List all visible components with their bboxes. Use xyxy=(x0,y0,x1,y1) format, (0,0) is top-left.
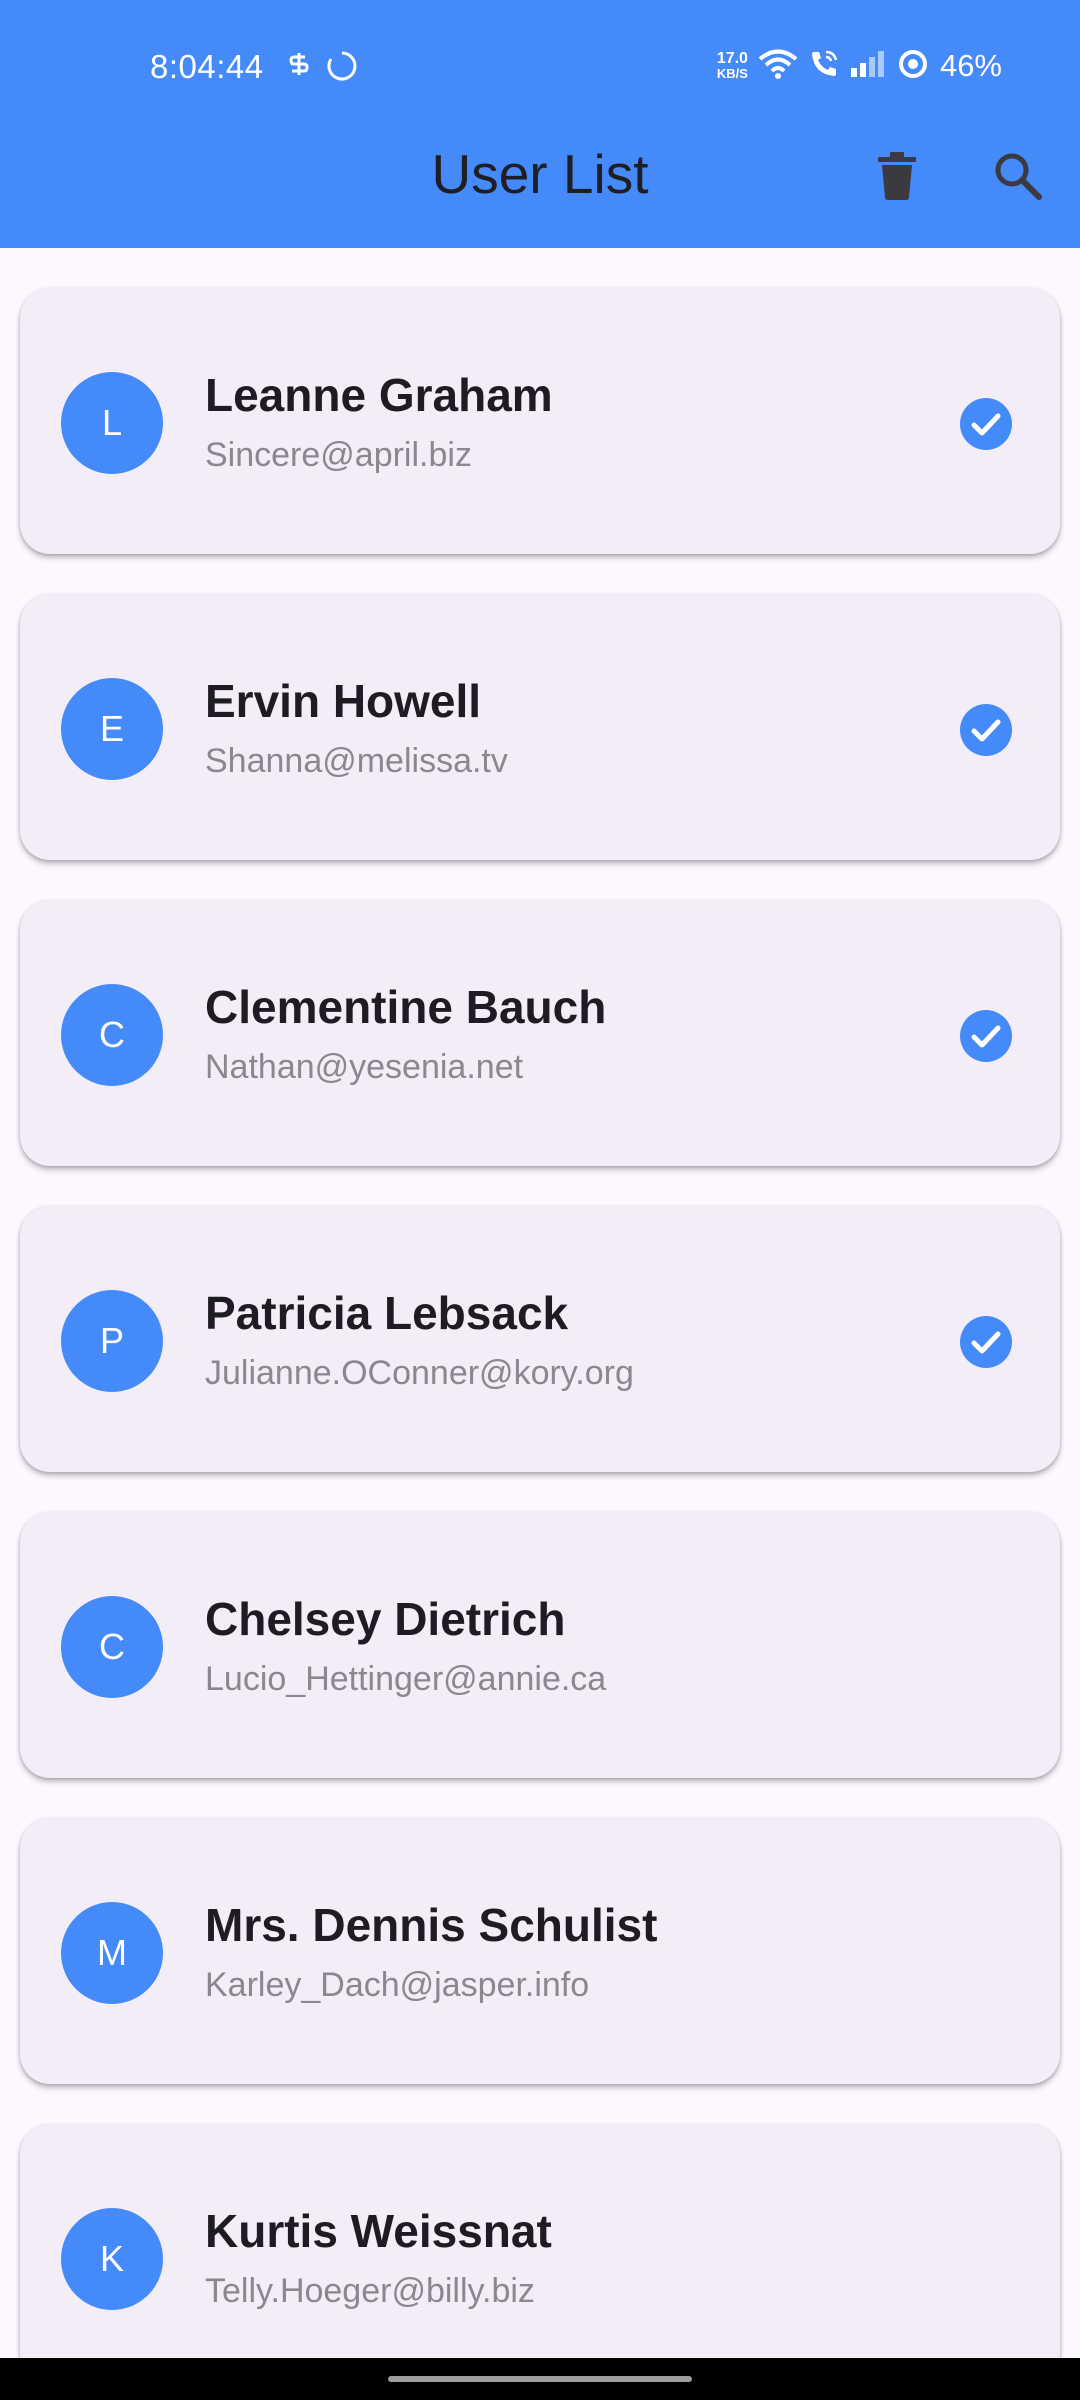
home-gesture-handle[interactable] xyxy=(388,2376,692,2382)
status-bar: 8:04:44 17.0 KB/S 46% xyxy=(0,0,1080,136)
user-name: Clementine Bauch xyxy=(205,981,607,1033)
user-email: Karley_Dach@jasper.info xyxy=(205,1966,590,2004)
avatar: K xyxy=(61,2208,163,2310)
user-card[interactable]: C Chelsey Dietrich Lucio_Hettinger@annie… xyxy=(20,1512,1060,1778)
check-circle-icon[interactable] xyxy=(960,1316,1012,1368)
avatar: M xyxy=(61,1902,163,2004)
user-name: Chelsey Dietrich xyxy=(205,1593,566,1645)
signal-icon xyxy=(850,50,888,83)
app-header: 8:04:44 17.0 KB/S 46% User List xyxy=(0,0,1080,248)
user-card[interactable]: C Clementine Bauch Nathan@yesenia.net xyxy=(20,900,1060,1166)
status-time: 8:04:44 xyxy=(150,48,264,85)
network-speed-unit: KB/S xyxy=(716,66,748,81)
user-name: Ervin Howell xyxy=(205,675,482,727)
network-speed: 17.0 KB/S xyxy=(716,50,748,82)
user-name: Mrs. Dennis Schulist xyxy=(205,1899,658,1951)
check-circle-icon[interactable] xyxy=(960,398,1012,450)
avatar: P xyxy=(61,1290,163,1392)
battery-percentage: 46% xyxy=(939,48,1002,83)
data-saver-icon xyxy=(288,52,310,85)
battery-icon xyxy=(898,49,928,84)
user-card[interactable]: L Leanne Graham Sincere@april.biz xyxy=(20,288,1060,554)
user-email: Sincere@april.biz xyxy=(205,436,472,474)
sync-circle-icon xyxy=(326,50,358,87)
search-icon xyxy=(995,153,1042,200)
user-name: Patricia Lebsack xyxy=(205,1287,569,1339)
avatar: E xyxy=(61,678,163,780)
avatar: C xyxy=(61,1596,163,1698)
user-email: Lucio_Hettinger@annie.ca xyxy=(205,1660,607,1698)
avatar: C xyxy=(61,984,163,1086)
user-name: Leanne Graham xyxy=(205,369,553,421)
user-card[interactable]: E Ervin Howell Shanna@melissa.tv xyxy=(20,594,1060,860)
delete-button[interactable] xyxy=(861,140,933,212)
search-button[interactable] xyxy=(982,140,1054,212)
user-card[interactable]: M Mrs. Dennis Schulist Karley_Dach@jaspe… xyxy=(20,1818,1060,2084)
user-email: Nathan@yesenia.net xyxy=(205,1048,524,1086)
user-card[interactable]: K Kurtis Weissnat Telly.Hoeger@billy.biz xyxy=(20,2124,1060,2390)
check-circle-icon[interactable] xyxy=(960,1010,1012,1062)
user-email: Telly.Hoeger@billy.biz xyxy=(205,2272,535,2310)
trash-icon xyxy=(878,152,916,200)
check-circle-icon[interactable] xyxy=(960,704,1012,756)
user-card[interactable]: P Patricia Lebsack Julianne.OConner@kory… xyxy=(20,1206,1060,1472)
user-email: Julianne.OConner@kory.org xyxy=(205,1354,634,1392)
user-email: Shanna@melissa.tv xyxy=(205,742,508,780)
wifi-call-icon xyxy=(808,48,840,85)
status-icons: 17.0 KB/S 46% xyxy=(717,44,1002,88)
user-name: Kurtis Weissnat xyxy=(205,2205,552,2257)
avatar: L xyxy=(61,372,163,474)
network-speed-value: 17.0 xyxy=(716,50,748,67)
wifi-icon xyxy=(758,48,798,85)
